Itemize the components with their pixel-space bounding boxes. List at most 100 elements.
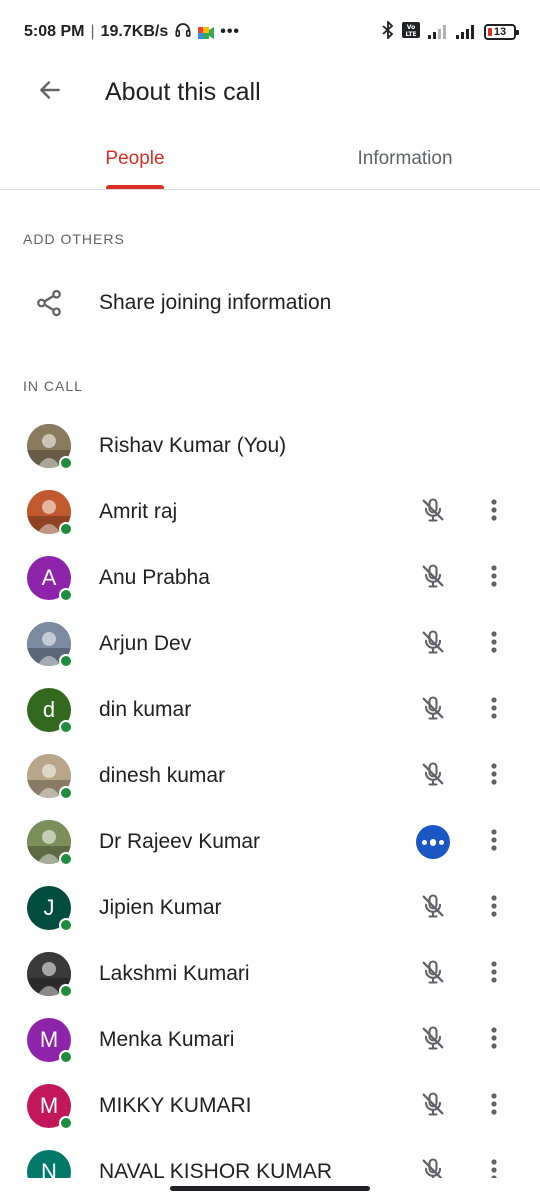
share-joining-info-label: Share joining information — [99, 291, 332, 314]
tab-bar: People Information — [0, 128, 540, 190]
more-vert-icon — [490, 1026, 498, 1055]
mute-participant-button[interactable] — [413, 492, 453, 532]
battery-icon: 13 — [484, 24, 519, 40]
mic-off-icon — [419, 892, 447, 925]
participant-more-options-button[interactable] — [479, 558, 509, 598]
mute-participant-button[interactable] — [413, 756, 453, 796]
participant-row: Lakshmi Kumari — [0, 941, 540, 1007]
mic-off-icon — [419, 496, 447, 529]
participant-more-options-button[interactable] — [479, 624, 509, 664]
participant-more-options-button[interactable] — [479, 756, 509, 796]
participant-name: Dr Rajeev Kumar — [99, 830, 261, 853]
mic-off-icon — [419, 958, 447, 991]
online-status-dot — [59, 654, 73, 668]
more-vert-icon — [490, 828, 498, 857]
participant-name: Anu Prabha — [99, 566, 210, 589]
network-speed: 19.7KB/s — [100, 23, 169, 40]
participant-name: dinesh kumar — [99, 764, 226, 787]
participant-row: Amrit raj — [0, 479, 540, 545]
participant-row: M MIKKY KUMARI — [0, 1073, 540, 1139]
avatar-wrapper — [27, 622, 73, 668]
status-right: Vo LTE 13 — [382, 19, 519, 44]
online-status-dot — [59, 1050, 73, 1064]
participant-name: Amrit raj — [99, 500, 178, 523]
meet-app-icon — [198, 26, 215, 39]
participant-more-options-button[interactable] — [479, 1086, 509, 1126]
mute-participant-button[interactable] — [413, 624, 453, 664]
online-status-dot — [59, 720, 73, 734]
participant-row: M Menka Kumari — [0, 1007, 540, 1073]
participant-name: MIKKY KUMARI — [99, 1094, 252, 1117]
arrow-back-icon — [37, 77, 63, 108]
participant-more-options-button[interactable] — [479, 690, 509, 730]
participant-row: J Jipien Kumar — [0, 875, 540, 941]
participant-more-options-button[interactable] — [479, 1020, 509, 1060]
participant-more-options-button[interactable] — [479, 492, 509, 532]
participant-row: dinesh kumar — [0, 743, 540, 809]
more-vert-icon — [490, 696, 498, 725]
participant-row: Dr Rajeev Kumar — [0, 809, 540, 875]
participant-more-options-button[interactable] — [479, 954, 509, 994]
participant-row: d din kumar — [0, 677, 540, 743]
more-vert-icon — [490, 894, 498, 923]
participant-row: Arjun Dev — [0, 611, 540, 677]
online-status-dot — [59, 522, 73, 536]
mute-participant-button[interactable] — [413, 690, 453, 730]
avatar-wrapper: J — [27, 886, 73, 932]
mute-participant-button[interactable] — [413, 1020, 453, 1060]
volte-icon: Vo LTE — [402, 21, 420, 44]
in-call-header: IN CALL — [23, 378, 83, 394]
back-button[interactable] — [22, 64, 78, 120]
avatar-wrapper: M — [27, 1018, 73, 1064]
status-time: 5:08 PM — [24, 23, 85, 40]
signal-1-icon — [428, 25, 448, 39]
tab-information[interactable]: Information — [270, 128, 540, 189]
avatar-wrapper — [27, 952, 73, 998]
more-notifications-icon: ••• — [220, 23, 241, 40]
more-vert-icon — [490, 1092, 498, 1121]
avatar-wrapper — [27, 754, 73, 800]
mute-participant-button[interactable] — [413, 954, 453, 994]
app-bar: About this call — [0, 64, 540, 120]
gesture-nav-bar[interactable] — [170, 1186, 370, 1191]
speaking-indicator-button[interactable] — [413, 822, 453, 862]
participant-name: Menka Kumari — [99, 1028, 235, 1051]
participant-row: Rishav Kumar (You) — [0, 413, 540, 479]
mute-participant-button[interactable] — [413, 1086, 453, 1126]
bluetooth-icon — [382, 19, 394, 44]
page-title: About this call — [105, 77, 261, 106]
avatar-wrapper: A — [27, 556, 73, 602]
online-status-dot — [59, 456, 73, 470]
svg-text:Vo: Vo — [407, 24, 415, 31]
status-left: 5:08 PM | 19.7KB/s ••• — [24, 21, 240, 44]
participant-name: Rishav Kumar (You) — [99, 434, 287, 457]
online-status-dot — [59, 984, 73, 998]
participant-name: Jipien Kumar — [99, 896, 222, 919]
online-status-dot — [59, 852, 73, 866]
participant-name: din kumar — [99, 698, 192, 721]
mic-off-icon — [419, 562, 447, 595]
more-vert-icon — [490, 564, 498, 593]
participant-more-options-button[interactable] — [479, 888, 509, 928]
participant-more-options-button[interactable] — [479, 822, 509, 862]
speaking-indicator-icon — [416, 825, 450, 859]
participant-list: Rishav Kumar (You) Amrit raj A Anu Prabha Ar… — [0, 413, 540, 1200]
avatar-wrapper — [27, 490, 73, 536]
online-status-dot — [59, 588, 73, 602]
tab-people-label: People — [105, 147, 165, 169]
share-joining-info-button[interactable]: Share joining information — [0, 270, 540, 336]
mute-participant-button[interactable] — [413, 558, 453, 598]
add-others-header: ADD OTHERS — [23, 231, 125, 247]
headset-icon — [174, 21, 192, 44]
tab-information-label: Information — [357, 147, 453, 169]
participant-name: Arjun Dev — [99, 632, 192, 655]
more-vert-icon — [490, 630, 498, 659]
avatar-wrapper: M — [27, 1084, 73, 1130]
share-icon — [34, 288, 64, 318]
active-tab-indicator — [106, 185, 164, 189]
mute-participant-button[interactable] — [413, 888, 453, 928]
mic-off-icon — [419, 694, 447, 727]
tab-people[interactable]: People — [0, 128, 270, 189]
avatar-wrapper — [27, 424, 73, 470]
battery-level: 13 — [493, 26, 507, 38]
